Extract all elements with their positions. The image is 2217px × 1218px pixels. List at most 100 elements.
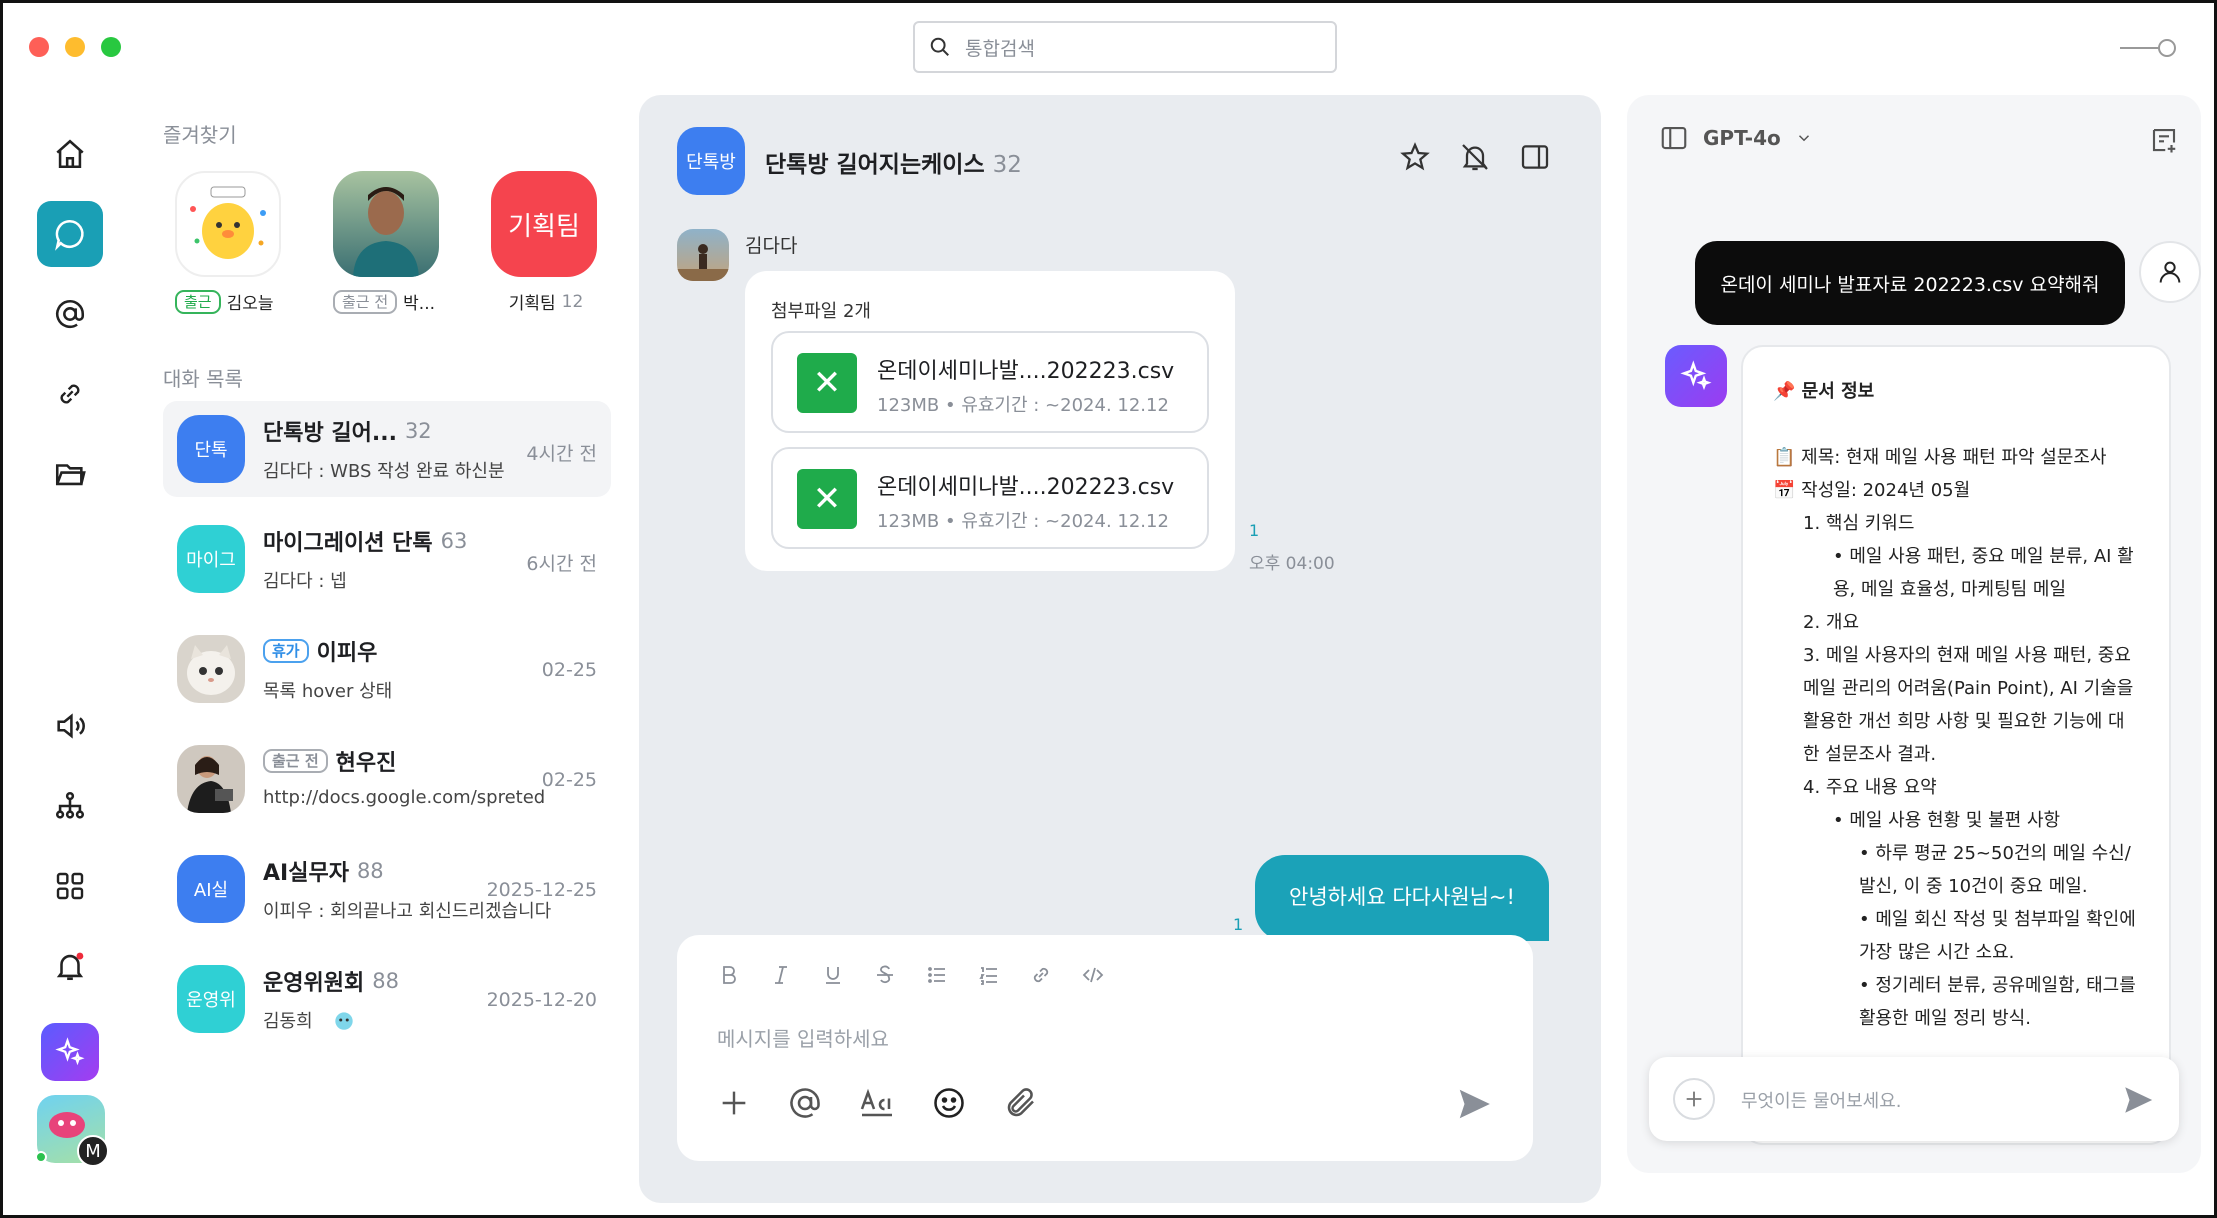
sender-avatar[interactable] xyxy=(677,229,729,281)
folder-icon xyxy=(55,464,86,486)
conversation-time: 02-25 xyxy=(541,769,597,791)
star-icon[interactable] xyxy=(1399,141,1431,173)
rail-apps-button[interactable] xyxy=(37,853,103,919)
character-sticker-icon xyxy=(335,1012,353,1030)
ai-prompt-input[interactable]: 무엇이든 물어보세요. xyxy=(1649,1057,2179,1141)
format-toolbar xyxy=(717,963,1105,987)
conversation-name: 단톡방 길어... xyxy=(263,421,397,446)
answer-line: • 메일 사용 현황 및 불편 사항 xyxy=(1833,810,2061,831)
close-window-button[interactable] xyxy=(29,37,49,57)
conversation-name: 이피우 xyxy=(316,641,378,666)
file-size: 123MB xyxy=(877,511,940,532)
unread-count: 1 xyxy=(1233,915,1244,934)
person-silhouette-icon xyxy=(677,244,729,281)
message-time: 오후 04:00 xyxy=(1249,554,1335,574)
person-icon xyxy=(2159,261,2181,283)
answer-line: 3. 메일 사용자의 현재 메일 사용 패턴, 중요 메일 관리의 어려움(Pa… xyxy=(1803,645,2134,765)
rail-home-button[interactable] xyxy=(37,121,103,187)
ai-avatar xyxy=(1665,345,1727,407)
sidebar-toggle-icon[interactable] xyxy=(1659,123,1689,153)
rail-mention-button[interactable] xyxy=(37,281,103,347)
plus-icon xyxy=(1686,1091,1702,1107)
ai-attach-button[interactable] xyxy=(1673,1078,1715,1120)
rail-notification-button[interactable] xyxy=(37,933,103,999)
answer-line: 📋 제목: 현재 메일 사용 패턴 파악 설문조사 xyxy=(1773,447,2107,468)
conversation-row[interactable]: 출근 전 현우진 http://docs.google.com/spreted 0… xyxy=(163,731,611,827)
favorite-item[interactable]: 기획팀 기획팀 12 xyxy=(491,171,601,314)
conversation-avatar: 단톡 xyxy=(177,415,245,483)
file-name: 온데이세미나발....202223.csv xyxy=(877,475,1175,500)
user-question-bubble: 온데이 세미나 발표자료 202223.csv 요약해줘 xyxy=(1695,241,2125,325)
text-format-icon[interactable] xyxy=(859,1085,895,1121)
file-attachment-card[interactable]: ✕ 온데이세미나발....202223.csv 123MB • 유효기간 : ~… xyxy=(771,331,1209,433)
user-avatar[interactable]: M xyxy=(35,1095,109,1167)
conversation-preview: 김다다 : WBS 작성 완료 하신분 xyxy=(263,461,505,482)
answer-line: • 메일 사용 패턴, 중요 메일 분류, AI 활용, 메일 효율성, 마케팅… xyxy=(1833,546,2134,600)
message-input[interactable]: 메시지를 입력하세요 xyxy=(717,1023,889,1052)
rail-folder-button[interactable] xyxy=(37,441,103,507)
member-count: 63 xyxy=(440,529,468,553)
rail-organization-button[interactable] xyxy=(37,773,103,839)
rail-chat-button[interactable] xyxy=(37,201,103,267)
global-search-input[interactable]: 통합검색 xyxy=(913,21,1337,73)
side-panel-icon[interactable] xyxy=(1519,141,1551,173)
conversation-preview: 김동희 xyxy=(263,1011,313,1032)
chat-panel: 단톡방 단톡방 길어지는케이스 32 김다다 첨부파일 2개 ✕ 온데이세미나발… xyxy=(639,95,1601,1203)
app-window: 통합검색 M 즐겨찾기 출근 김오늘 출근 전 박... 기획팀 기획팀 12 … xyxy=(0,0,2217,1218)
chevron-down-icon[interactable] xyxy=(1795,129,1813,147)
speaker-icon xyxy=(57,713,85,739)
send-icon[interactable] xyxy=(1455,1085,1493,1123)
strikethrough-icon[interactable] xyxy=(873,963,897,987)
conversation-avatar: 운영위 xyxy=(177,965,245,1033)
chat-member-count: 32 xyxy=(992,152,1022,178)
rail-link-button[interactable] xyxy=(37,361,103,427)
ai-input-placeholder: 무엇이든 물어보세요. xyxy=(1741,1091,1902,1112)
bullet-list-icon[interactable] xyxy=(925,963,949,987)
paperclip-icon[interactable] xyxy=(1003,1085,1039,1121)
new-chat-icon[interactable] xyxy=(2149,125,2179,155)
rail-ai-button[interactable] xyxy=(41,1023,99,1081)
attachment-count-label: 첨부파일 2개 xyxy=(771,301,871,322)
message-composer[interactable]: 메시지를 입력하세요 xyxy=(677,935,1533,1161)
code-icon[interactable] xyxy=(1081,963,1105,987)
italic-icon[interactable] xyxy=(769,963,793,987)
window-slider-toggle[interactable] xyxy=(2120,37,2178,59)
chick-character-icon xyxy=(190,186,266,259)
favorite-item[interactable]: 출근 김오늘 xyxy=(175,171,285,314)
favorite-avatar xyxy=(333,171,439,277)
conversation-avatar xyxy=(177,635,245,703)
favorite-team-avatar: 기획팀 xyxy=(491,171,597,277)
minimize-window-button[interactable] xyxy=(65,37,85,57)
conversation-avatar xyxy=(177,745,245,813)
ai-assistant-panel: GPT-4o 온데이 세미나 발표자료 202223.csv 요약해줘 📌 문서… xyxy=(1627,95,2201,1173)
user-initial-badge: M xyxy=(77,1135,109,1167)
conversation-row[interactable]: 마이그 마이그레이션 단톡 63 김다다 : 넵 6시간 전 xyxy=(163,511,611,607)
conversation-row[interactable]: 운영위 운영위원회 88 김동희 2025-12-20 xyxy=(163,951,611,1047)
plus-icon[interactable] xyxy=(717,1086,751,1120)
status-badge: 출근 전 xyxy=(263,749,328,773)
search-placeholder: 통합검색 xyxy=(965,37,1035,60)
zoom-window-button[interactable] xyxy=(101,37,121,57)
at-sign-icon[interactable] xyxy=(787,1085,823,1121)
member-count: 32 xyxy=(404,419,432,443)
conversation-preview: http://docs.google.com/spreted xyxy=(263,787,546,808)
numbered-list-icon[interactable] xyxy=(977,963,1001,987)
answer-line: 📅 작성일: 2024년 05월 xyxy=(1773,480,1971,501)
send-icon[interactable] xyxy=(2121,1083,2155,1117)
underline-icon[interactable] xyxy=(821,963,845,987)
emoji-icon[interactable] xyxy=(931,1085,967,1121)
file-attachment-card[interactable]: ✕ 온데이세미나발....202223.csv 123MB • 유효기간 : ~… xyxy=(771,447,1209,549)
conversation-row[interactable]: AI실 AI실무자 88 이피우 : 회의끝나고 회신드리겠습니다 2025-12… xyxy=(163,841,611,937)
conversation-preview: 목록 hover 상태 xyxy=(263,681,393,702)
rail-announcement-button[interactable] xyxy=(37,693,103,759)
excel-file-icon: ✕ xyxy=(797,353,857,413)
conversation-row[interactable]: 단톡 단톡방 길어... 32 김다다 : WBS 작성 완료 하신분 4시간 전 xyxy=(163,401,611,497)
link-icon[interactable] xyxy=(1029,963,1053,987)
favorite-item[interactable]: 출근 전 박... xyxy=(333,171,443,314)
chat-room-title: 단톡방 길어지는케이스 xyxy=(765,152,985,178)
bell-off-icon[interactable] xyxy=(1459,141,1491,173)
cat-photo-icon xyxy=(187,645,235,695)
model-selector[interactable]: GPT-4o xyxy=(1703,126,1781,150)
bold-icon[interactable] xyxy=(717,963,741,987)
conversation-row[interactable]: 휴가 이피우 목록 hover 상태 02-25 xyxy=(163,621,611,717)
